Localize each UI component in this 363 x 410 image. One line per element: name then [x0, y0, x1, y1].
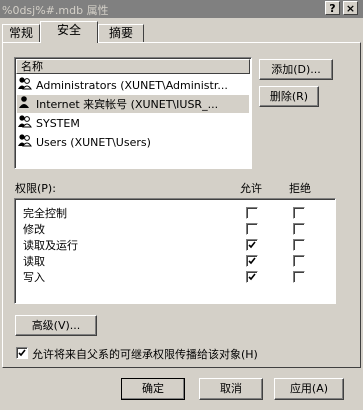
deny-full-control-checkbox[interactable]: [293, 207, 305, 219]
permission-name: 读取: [23, 255, 45, 268]
advanced-button[interactable]: 高级(V)...: [15, 315, 97, 336]
allow-write-checkbox[interactable]: [246, 271, 258, 283]
deny-read-execute-checkbox[interactable]: [293, 239, 305, 251]
permission-name: 完全控制: [23, 207, 67, 220]
tab-security[interactable]: 安全: [40, 21, 98, 43]
checkmark-icon: [18, 349, 26, 357]
inherit-permissions-label: 允许将来自父系的可继承权限传播给该对象(H): [32, 348, 258, 361]
close-button[interactable]: ×: [343, 1, 358, 15]
checkmark-icon: [248, 273, 256, 281]
group-icon: [17, 133, 33, 153]
tab-summary[interactable]: 摘要: [98, 24, 144, 43]
tab-general[interactable]: 常规: [2, 24, 40, 43]
checkmark-icon: [248, 241, 256, 249]
apply-button[interactable]: 应用(A): [274, 378, 344, 400]
list-item-label: Administrators (XUNET\Administr...: [36, 79, 228, 92]
title-bar: %0dsj%#.mdb 属性 ? ×: [0, 0, 363, 18]
allow-full-control-checkbox[interactable]: [246, 207, 258, 219]
group-icon: [17, 114, 33, 134]
allow-read-checkbox[interactable]: [246, 255, 258, 267]
list-item[interactable]: Users (XUNET\Users): [17, 133, 249, 151]
inherit-permissions-checkbox[interactable]: [16, 347, 28, 359]
list-item[interactable]: Administrators (XUNET\Administr...: [17, 76, 249, 94]
name-column-header[interactable]: 名称: [16, 59, 250, 74]
list-item[interactable]: Internet 来宾帐号 (XUNET\IUSR_...: [17, 95, 249, 113]
deny-read-checkbox[interactable]: [293, 255, 305, 267]
permission-name: 修改: [23, 223, 45, 236]
checkmark-icon: [248, 257, 256, 265]
deny-header: 拒绝: [289, 182, 311, 195]
permission-name: 写入: [23, 271, 45, 284]
list-item-label: Users (XUNET\Users): [36, 136, 151, 149]
window-title: %0dsj%#.mdb 属性: [2, 4, 109, 17]
cancel-button[interactable]: 取消: [199, 378, 263, 400]
allow-header: 允许: [240, 182, 262, 195]
remove-button[interactable]: 删除(R): [259, 86, 319, 107]
list-item-label: SYSTEM: [36, 117, 80, 130]
list-item-label: Internet 来宾帐号 (XUNET\IUSR_...: [36, 98, 219, 111]
add-button[interactable]: 添加(D)...: [259, 59, 333, 80]
allow-read-execute-checkbox[interactable]: [246, 239, 258, 251]
user-icon: [17, 95, 33, 115]
help-button[interactable]: ?: [325, 1, 340, 15]
permissions-list[interactable]: 完全控制 修改 读取及运行 读取 写入: [14, 198, 336, 304]
permissions-label: 权限(P):: [15, 182, 56, 195]
permission-name: 读取及运行: [23, 239, 78, 252]
ok-button[interactable]: 确定: [121, 378, 185, 400]
deny-modify-checkbox[interactable]: [293, 223, 305, 235]
group-icon: [17, 76, 33, 96]
users-list[interactable]: 名称 Administrators (XUNET\Administr... In…: [14, 57, 252, 169]
list-item[interactable]: SYSTEM: [17, 114, 249, 132]
allow-modify-checkbox[interactable]: [246, 223, 258, 235]
deny-write-checkbox[interactable]: [293, 271, 305, 283]
